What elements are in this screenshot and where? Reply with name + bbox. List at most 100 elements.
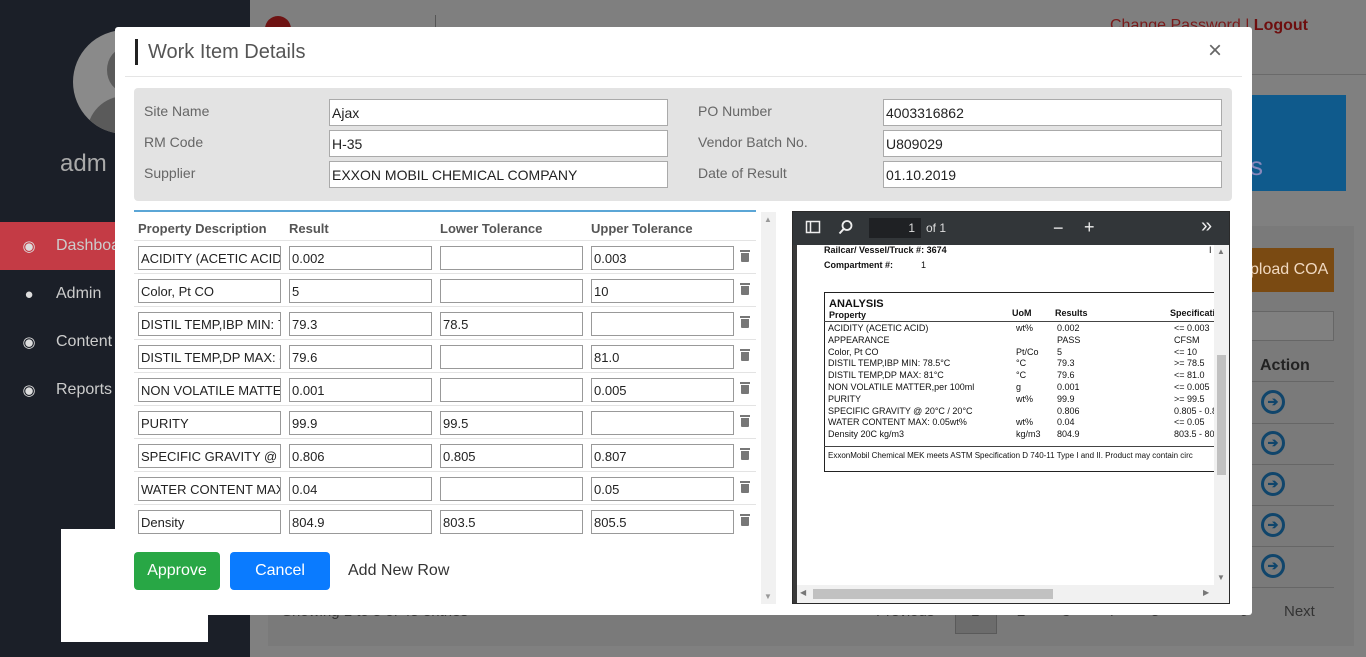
trash-icon[interactable] bbox=[740, 481, 750, 493]
upper-cell[interactable] bbox=[591, 411, 734, 435]
scroll-right-icon[interactable]: ▶ bbox=[1203, 588, 1209, 597]
arrow-right-icon[interactable]: ➔ bbox=[1261, 390, 1285, 414]
scroll-thumb[interactable] bbox=[813, 589, 1053, 599]
upper-cell[interactable]: 0.807 bbox=[591, 444, 734, 468]
trash-icon[interactable] bbox=[740, 283, 750, 295]
pdf-cell: PURITY bbox=[828, 393, 862, 404]
upper-cell[interactable]: 805.5 bbox=[591, 510, 734, 534]
logout-link[interactable]: Logout bbox=[1254, 17, 1308, 34]
trash-icon[interactable] bbox=[740, 250, 750, 262]
sidebar-toggle-icon[interactable] bbox=[805, 219, 821, 238]
scroll-left-icon[interactable]: ◀ bbox=[800, 588, 806, 597]
result-cell[interactable]: 0.04 bbox=[289, 477, 432, 501]
zoom-out-icon[interactable]: − bbox=[1053, 218, 1064, 239]
admin-name: adm bbox=[60, 150, 107, 177]
approve-button[interactable]: Approve bbox=[134, 552, 220, 590]
site-name-label: Site Name bbox=[144, 103, 210, 119]
more-options-icon[interactable]: » bbox=[1201, 215, 1212, 238]
result-cell[interactable]: 0.002 bbox=[289, 246, 432, 270]
column-header: Property Description bbox=[138, 221, 267, 236]
scroll-thumb[interactable] bbox=[1217, 355, 1226, 475]
upper-cell[interactable] bbox=[591, 312, 734, 336]
property-cell[interactable]: DISTIL TEMP,DP MAX: 81°( bbox=[138, 345, 281, 369]
close-icon[interactable]: × bbox=[1208, 39, 1222, 63]
search-input[interactable] bbox=[1250, 311, 1334, 341]
arrow-right-icon[interactable]: ➔ bbox=[1261, 472, 1285, 496]
trash-icon[interactable] bbox=[740, 349, 750, 361]
property-cell[interactable]: Density bbox=[138, 510, 281, 534]
po-number-field[interactable] bbox=[883, 99, 1222, 126]
property-cell[interactable]: Color, Pt CO bbox=[138, 279, 281, 303]
property-cell[interactable]: DISTIL TEMP,IBP MIN: 78.5 bbox=[138, 312, 281, 336]
pdf-page-input[interactable] bbox=[869, 218, 921, 238]
stat-panel: s bbox=[1250, 95, 1346, 191]
upper-cell[interactable]: 0.005 bbox=[591, 378, 734, 402]
site-name-field[interactable] bbox=[329, 99, 668, 126]
upper-cell[interactable]: 10 bbox=[591, 279, 734, 303]
pdf-cell: 0.805 - 0.80 bbox=[1174, 405, 1214, 416]
search-icon[interactable] bbox=[838, 219, 854, 238]
sidebar-item-label: Dashboa bbox=[56, 237, 121, 254]
lower-cell[interactable]: 99.5 bbox=[440, 411, 583, 435]
result-cell[interactable]: 0.806 bbox=[289, 444, 432, 468]
lower-cell[interactable] bbox=[440, 246, 583, 270]
scroll-up-icon[interactable]: ▲ bbox=[764, 215, 772, 224]
lower-cell[interactable] bbox=[440, 279, 583, 303]
trash-icon[interactable] bbox=[740, 415, 750, 427]
lower-cell[interactable] bbox=[440, 378, 583, 402]
trash-icon[interactable] bbox=[740, 316, 750, 328]
vendor-batch-field[interactable] bbox=[883, 130, 1222, 157]
result-cell[interactable]: 804.9 bbox=[289, 510, 432, 534]
grid-scrollbar[interactable]: ▲ ▼ bbox=[761, 212, 776, 604]
add-new-row-link[interactable]: Add New Row bbox=[348, 562, 449, 580]
supplier-field[interactable] bbox=[329, 161, 668, 188]
pdf-cell: wt% bbox=[1016, 323, 1034, 333]
lower-cell[interactable] bbox=[440, 345, 583, 369]
scroll-down-icon[interactable]: ▼ bbox=[764, 592, 772, 601]
pdf-vertical-scrollbar[interactable]: ▲ ▼ bbox=[1214, 245, 1229, 585]
result-cell[interactable]: 79.6 bbox=[289, 345, 432, 369]
result-cell[interactable]: 0.001 bbox=[289, 378, 432, 402]
scroll-down-icon[interactable]: ▼ bbox=[1217, 573, 1225, 582]
upper-cell[interactable]: 81.0 bbox=[591, 345, 734, 369]
arrow-right-icon[interactable]: ➔ bbox=[1261, 554, 1285, 578]
pdf-cell: >= 78.5 bbox=[1174, 358, 1205, 369]
pdf-horizontal-scrollbar[interactable]: ◀ ▶ bbox=[797, 585, 1229, 603]
pdf-cell: SPECIFIC GRAVITY @ 20°C / 20°C bbox=[828, 405, 973, 416]
supplier-label: Supplier bbox=[144, 165, 196, 181]
rm-code-field[interactable] bbox=[329, 130, 668, 157]
divider bbox=[1250, 381, 1334, 382]
result-cell[interactable]: 79.3 bbox=[289, 312, 432, 336]
lower-cell[interactable] bbox=[440, 477, 583, 501]
pdf-cell: wt% bbox=[1016, 393, 1034, 404]
lower-cell[interactable]: 0.805 bbox=[440, 444, 583, 468]
pdf-column-header: Specificati bbox=[1170, 308, 1214, 318]
arrow-right-icon[interactable]: ➔ bbox=[1261, 513, 1285, 537]
upper-cell[interactable]: 0.003 bbox=[591, 246, 734, 270]
result-cell[interactable]: 99.9 bbox=[289, 411, 432, 435]
property-cell[interactable]: ACIDITY (ACETIC ACID) bbox=[138, 246, 281, 270]
property-cell[interactable]: WATER CONTENT MAX: 0.( bbox=[138, 477, 281, 501]
pdf-compartment-label: Compartment #: bbox=[824, 260, 894, 270]
po-number-label: PO Number bbox=[698, 103, 772, 119]
date-of-result-field[interactable] bbox=[883, 161, 1222, 188]
arrow-right-icon[interactable]: ➔ bbox=[1261, 431, 1285, 455]
trash-icon[interactable] bbox=[740, 448, 750, 460]
lower-cell[interactable]: 78.5 bbox=[440, 312, 583, 336]
pdf-cell: NON VOLATILE MATTER,per 100ml bbox=[828, 382, 975, 392]
property-cell[interactable]: SPECIFIC GRAVITY @ 20°C bbox=[138, 444, 281, 468]
lower-cell[interactable]: 803.5 bbox=[440, 510, 583, 534]
property-cell[interactable]: PURITY bbox=[138, 411, 281, 435]
upload-coa-button[interactable]: pload COA bbox=[1250, 248, 1334, 292]
pdf-cell: Color, Pt CO bbox=[828, 346, 879, 357]
trash-icon[interactable] bbox=[740, 514, 750, 526]
result-cell[interactable]: 5 bbox=[289, 279, 432, 303]
property-cell[interactable]: NON VOLATILE MATTER,pe bbox=[138, 378, 281, 402]
pager-next[interactable]: Next bbox=[1284, 603, 1315, 620]
zoom-in-icon[interactable]: + bbox=[1084, 217, 1095, 238]
scroll-up-icon[interactable]: ▲ bbox=[1217, 247, 1225, 256]
upper-cell[interactable]: 0.05 bbox=[591, 477, 734, 501]
trash-icon[interactable] bbox=[740, 382, 750, 394]
cancel-button[interactable]: Cancel bbox=[230, 552, 330, 590]
pdf-cell: Pt/Co bbox=[1016, 346, 1039, 357]
